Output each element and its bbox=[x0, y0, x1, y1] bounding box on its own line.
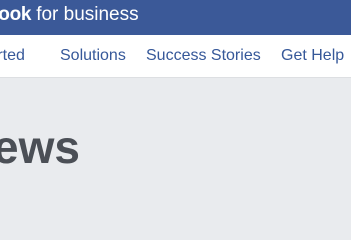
hero-section: ews bbox=[0, 78, 351, 211]
brand-wordmark: book bbox=[0, 4, 32, 25]
facebook-for-business-logo[interactable]: bookfor business bbox=[0, 5, 139, 25]
nav-get-started[interactable]: tarted bbox=[0, 47, 25, 65]
brand-suffix: for business bbox=[36, 4, 139, 25]
nav-solutions[interactable]: Solutions bbox=[60, 47, 126, 65]
top-bar: bookfor business bbox=[0, 0, 351, 35]
main-navigation: tarted Solutions Success Stories Get Hel… bbox=[0, 35, 351, 78]
nav-get-help[interactable]: Get Help bbox=[281, 47, 344, 65]
nav-success-stories[interactable]: Success Stories bbox=[146, 47, 261, 65]
page-title: ews bbox=[0, 121, 80, 173]
